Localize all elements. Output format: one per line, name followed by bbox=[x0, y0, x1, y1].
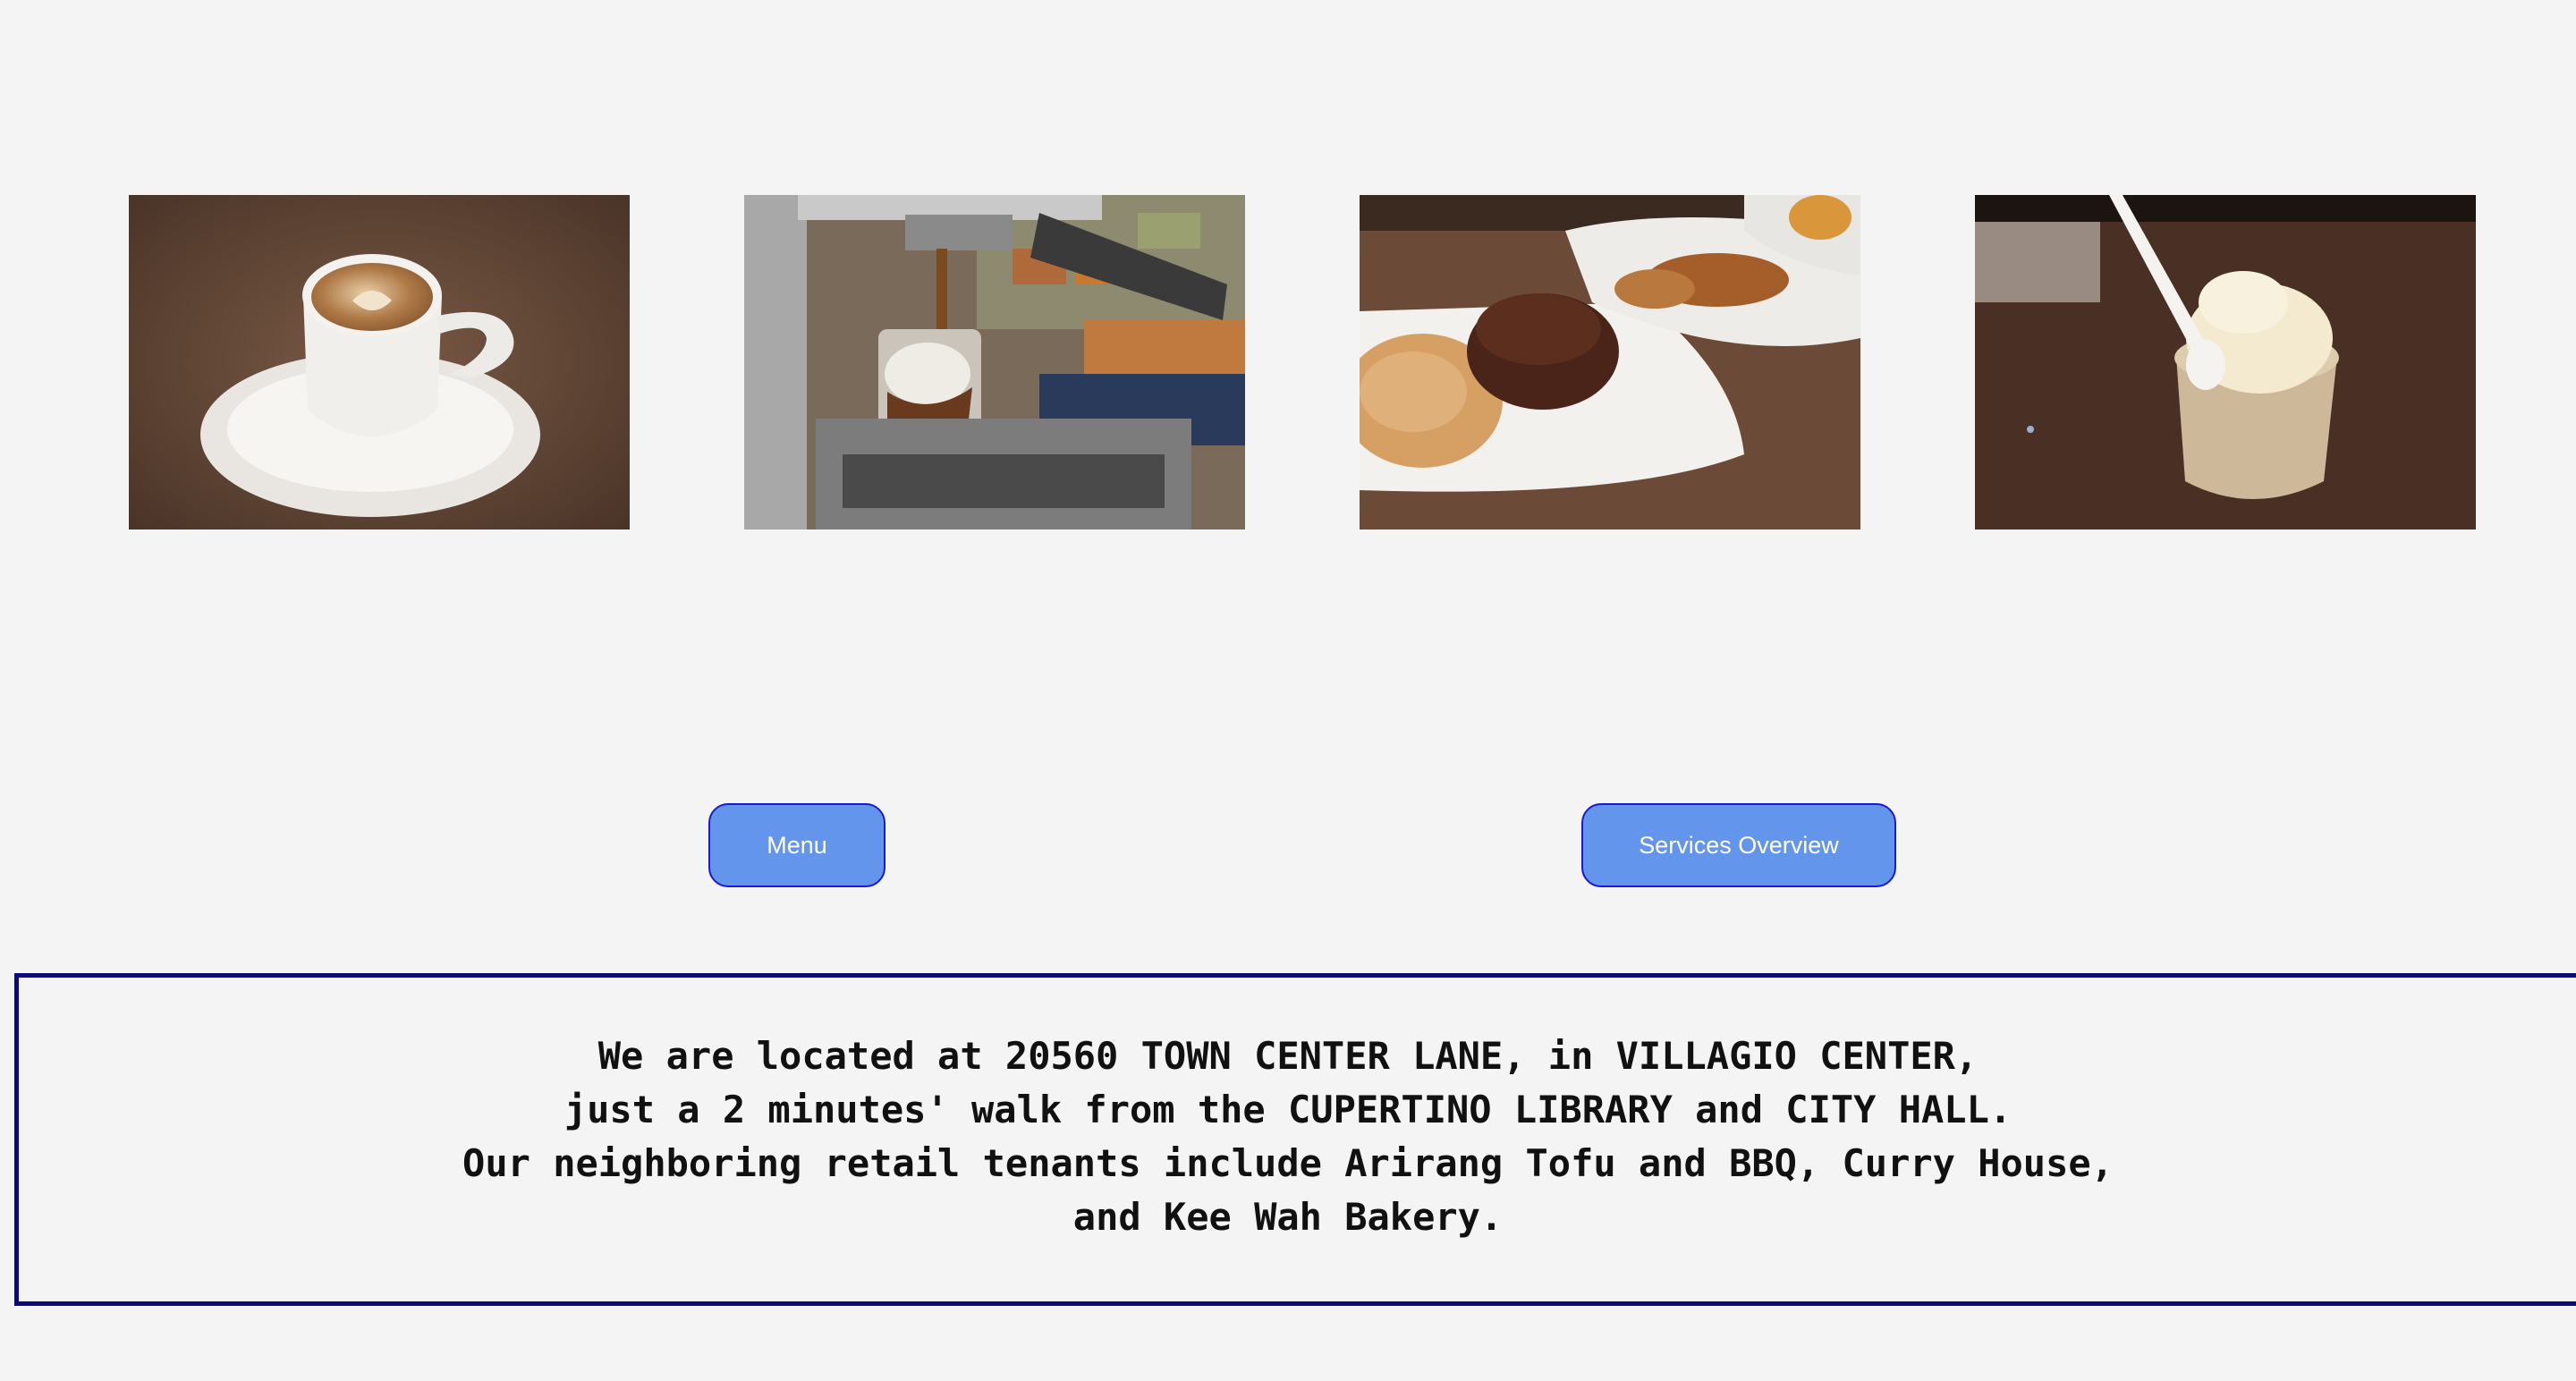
location-line: Our neighboring retail tenants include A… bbox=[462, 1141, 2114, 1185]
coffee-cup-photo bbox=[129, 195, 630, 530]
espresso-machine-photo bbox=[744, 195, 1245, 530]
services-overview-button[interactable]: Services Overview bbox=[1581, 803, 1896, 887]
ice-cream-photo bbox=[1975, 195, 2476, 530]
location-line: just a 2 minutes' walk from the CUPERTIN… bbox=[564, 1088, 2012, 1131]
menu-button[interactable]: Menu bbox=[708, 803, 886, 887]
pastry-plate-photo bbox=[1360, 195, 1860, 530]
location-line: and Kee Wah Bakery. bbox=[1072, 1195, 1504, 1239]
location-line: We are located at 20560 TOWN CENTER LANE… bbox=[597, 1034, 1979, 1078]
photo-gallery bbox=[0, 195, 2576, 530]
location-text: We are located at 20560 TOWN CENTER LANE… bbox=[0, 1029, 2576, 1244]
